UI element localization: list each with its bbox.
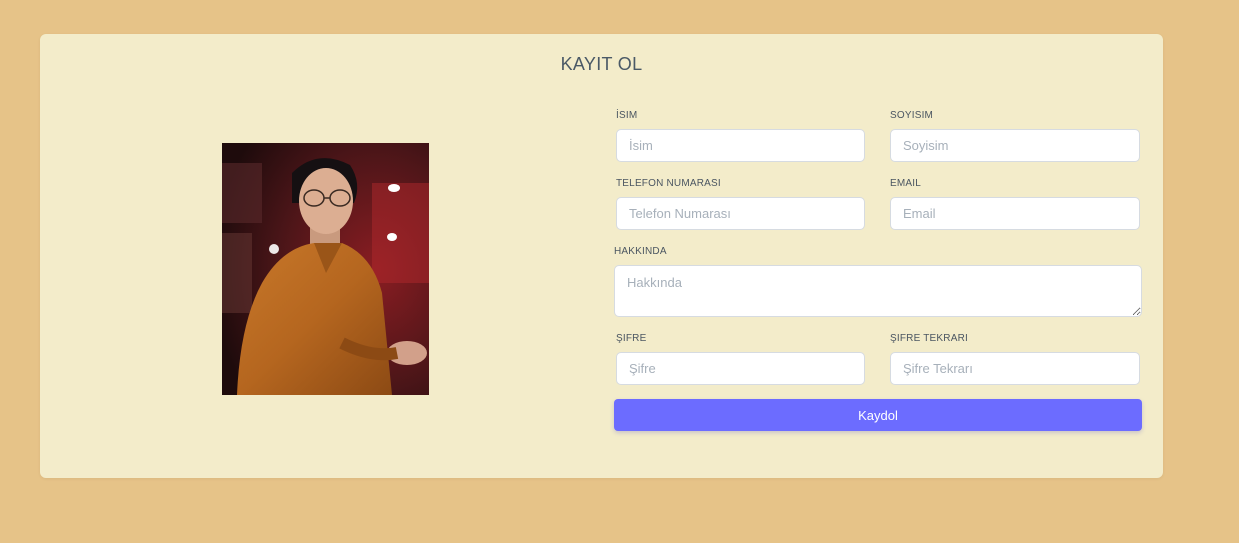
soyisim-label: SOYISIM — [890, 110, 934, 121]
isim-input[interactable] — [616, 129, 865, 162]
register-card: KAYIT OL İSIM İsim SOYISIM Soyisim TELEF… — [40, 34, 1163, 478]
sifre-label: ŞIFRE — [616, 333, 647, 344]
telefon-label: TELEFON NUMARASI — [616, 178, 721, 189]
email-label: EMAIL — [890, 178, 922, 189]
hakkinda-label: HAKKINDA — [614, 246, 667, 257]
profile-photo — [222, 143, 429, 395]
hakkinda-textarea[interactable] — [614, 265, 1142, 317]
soyisim-input[interactable] — [890, 129, 1140, 162]
page-title: KAYIT OL — [560, 54, 643, 74]
sifre-tekrari-label: ŞIFRE TEKRARI — [890, 333, 968, 344]
isim-label: İSIM — [616, 110, 638, 121]
telefon-input[interactable] — [616, 197, 865, 230]
sifre-input[interactable] — [616, 352, 865, 385]
sifre-tekrari-input[interactable] — [890, 352, 1140, 385]
kaydol-button[interactable]: Kaydol — [614, 399, 1142, 431]
email-input[interactable] — [890, 197, 1140, 230]
